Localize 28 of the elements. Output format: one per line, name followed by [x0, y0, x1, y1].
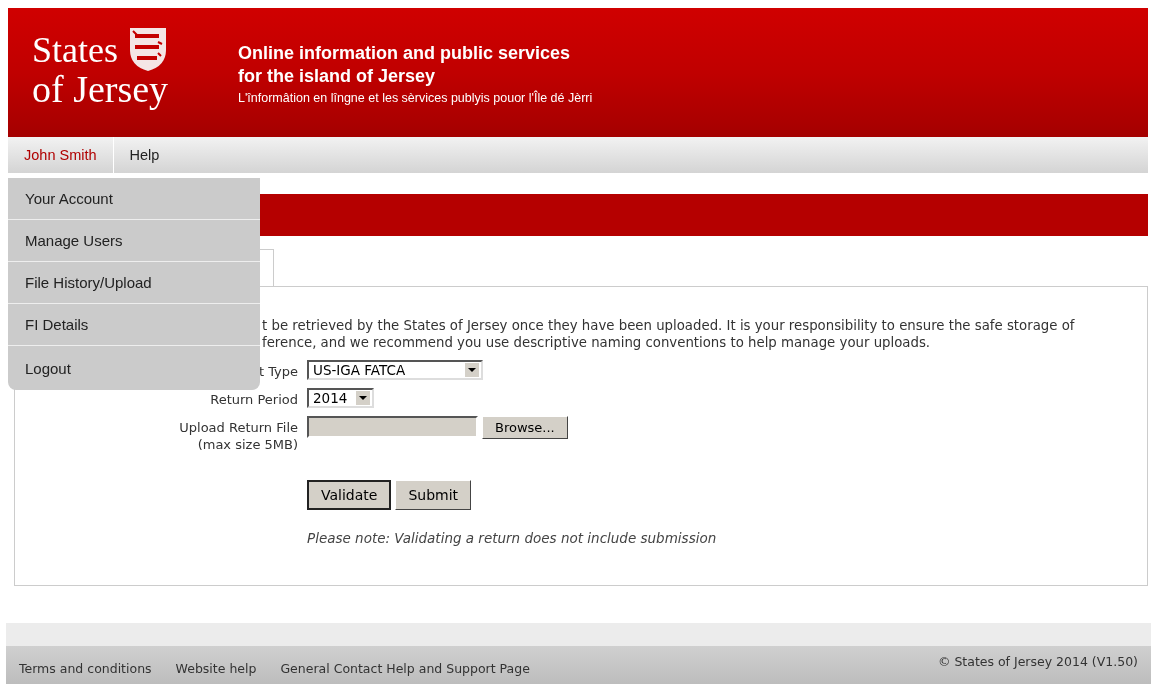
field-label: Upload Return File (max size 5MB)	[179, 419, 298, 453]
menu-item[interactable]: FI Details	[8, 304, 260, 346]
notice-text: t be retrieved by the States of Jersey once they have been uploaded. It is your responsibility to ensure the safe storage of ference, and we recommend you use descriptive naming conventions to help manage your uploads.	[262, 317, 1076, 351]
file-path-field[interactable]	[307, 416, 478, 438]
footer-link[interactable]: Terms and conditions	[19, 660, 152, 676]
browse-button[interactable]: Browse...	[482, 416, 568, 439]
menu-item[interactable]: Your Account	[8, 178, 260, 220]
form-button[interactable]: Submit	[395, 480, 472, 510]
site-title: Online information and public services	[238, 42, 572, 65]
menu-item[interactable]: File History/Upload	[8, 262, 260, 304]
form-button[interactable]: Validate	[307, 480, 392, 510]
logo-text: of Jersey	[32, 70, 169, 108]
footer-link[interactable]: Website help	[175, 660, 257, 676]
nav-item[interactable]: Help	[113, 137, 176, 173]
footer-link[interactable]: General Contact Help and Support Page	[280, 660, 530, 676]
menu-item[interactable]: Logout	[8, 346, 260, 390]
shield-icon	[128, 26, 168, 72]
field-label: t Type	[258, 363, 298, 380]
select-field[interactable]: 2014	[307, 388, 374, 408]
nav-item[interactable]: John Smith	[8, 137, 114, 173]
note-text: Please note: Validating a return does not include submission	[307, 530, 717, 546]
select-field[interactable]: US-IGA FATCA	[307, 360, 483, 380]
field-label: Return Period	[210, 391, 298, 408]
site-subtitle: L'înformâtion en lîngne et les sèrvices publyis pouor l'Île dé Jèrri	[238, 91, 593, 105]
menu-item[interactable]: Manage Users	[8, 220, 260, 262]
logo-text: States	[32, 32, 118, 68]
site-title: for the island of Jersey	[238, 65, 437, 88]
copyright-text: © States of Jersey 2014 (V1.50)	[937, 653, 1138, 671]
